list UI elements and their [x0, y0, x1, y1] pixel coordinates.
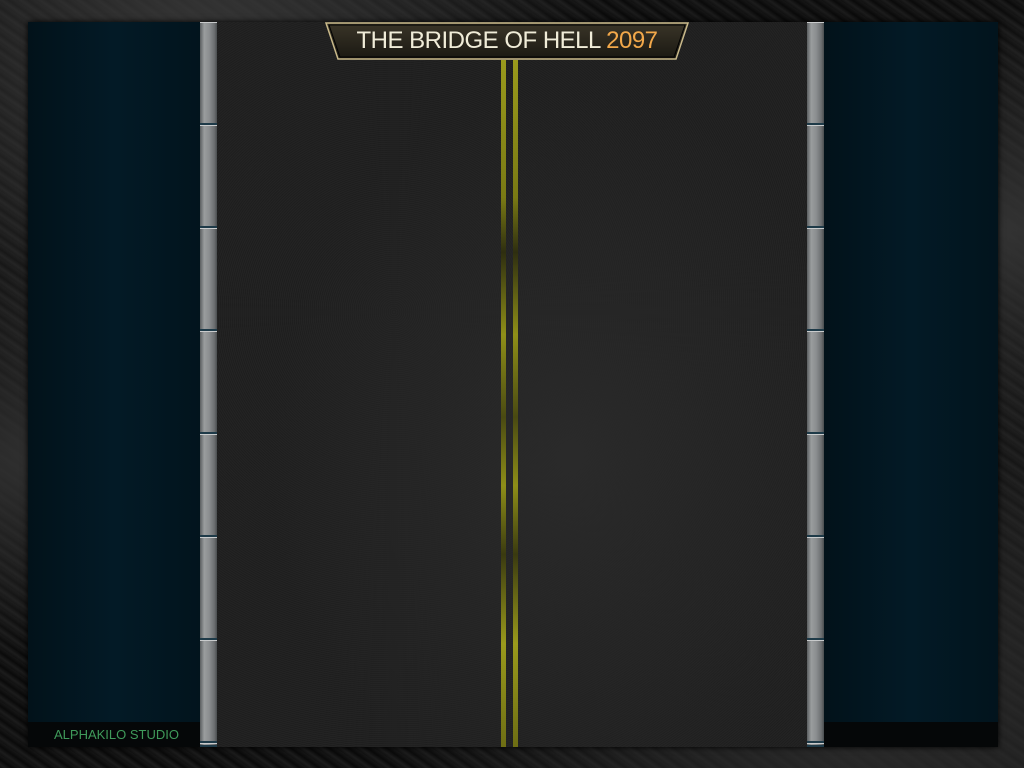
barrier-segment: [200, 125, 217, 228]
water-left: [28, 22, 200, 722]
barrier-segment: [200, 434, 217, 537]
title-banner: THE BRIDGE OF HELL 2097: [325, 22, 689, 60]
barrier-segment: [200, 22, 217, 125]
bridge-barrier-right: [807, 22, 824, 747]
game-title-year: 2097: [606, 27, 658, 54]
bridge-road: [217, 22, 807, 747]
center-lane-line-right: [513, 60, 518, 747]
center-lane-line-left: [501, 60, 506, 747]
barrier-segment: [200, 331, 217, 434]
barrier-segment: [807, 640, 824, 743]
barrier-segment: [200, 228, 217, 331]
game-title: THE BRIDGE OF HELL 2097: [325, 22, 689, 60]
barrier-segment: [807, 125, 824, 228]
barrier-segment: [807, 22, 824, 125]
bridge-barrier-left: [200, 22, 217, 747]
barrier-segment: [807, 228, 824, 331]
barrier-segment: [200, 640, 217, 743]
barrier-segment: [807, 331, 824, 434]
game-title-main: THE BRIDGE OF HELL: [356, 27, 600, 54]
barrier-segment: [807, 434, 824, 537]
barrier-segment: [807, 537, 824, 640]
barrier-segment: [807, 743, 824, 747]
water-right: [824, 22, 998, 722]
studio-credit: ALPHAKILO STUDIO: [54, 727, 179, 742]
barrier-segment: [200, 743, 217, 747]
barrier-segment: [200, 537, 217, 640]
